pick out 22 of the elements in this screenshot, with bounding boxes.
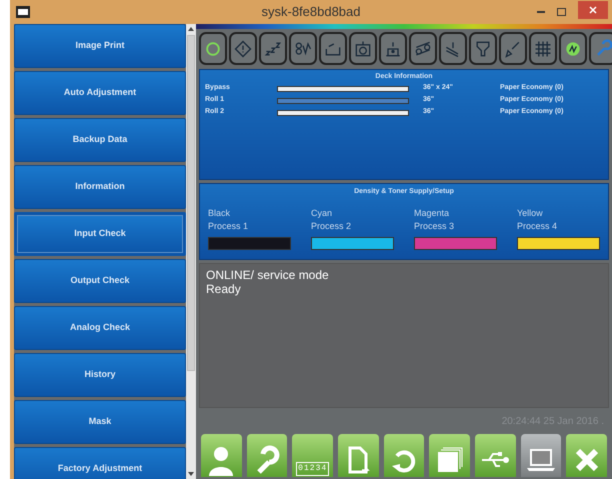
sidebar-button[interactable]: Analog Check [14,306,186,350]
toner-name: Yellow [517,206,544,220]
sidebar-button[interactable]: Image Print [14,24,186,68]
sidebar-button[interactable]: Backup Data [14,118,186,162]
sidebar-button[interactable]: Output Check [14,259,186,303]
toner-name: Magenta [414,206,450,220]
toner-process: Process 4 [517,220,558,232]
sidebar-button[interactable]: Factory Adjustment [14,447,186,479]
sidebar-button[interactable]: Input Check [14,212,186,256]
toner-process: Process 2 [311,220,352,232]
toner-process: Process 1 [208,220,250,232]
status-text: ONLINE/ service mode [206,268,330,282]
status-text: Ready [206,282,242,296]
counter-button[interactable]: 01234 [292,434,334,477]
window-title: sysk-8fe8bd8bad [261,4,360,20]
sidebar-button[interactable]: Auto Adjustment [14,71,186,115]
sidebar-button[interactable]: Mask [14,400,186,444]
toner-name: Cyan [311,206,334,220]
sidebar-button[interactable]: Information [14,165,186,209]
toner-name: Black [208,206,232,220]
sidebar-button[interactable]: History [14,353,186,397]
toner-process: Process 3 [414,220,456,232]
